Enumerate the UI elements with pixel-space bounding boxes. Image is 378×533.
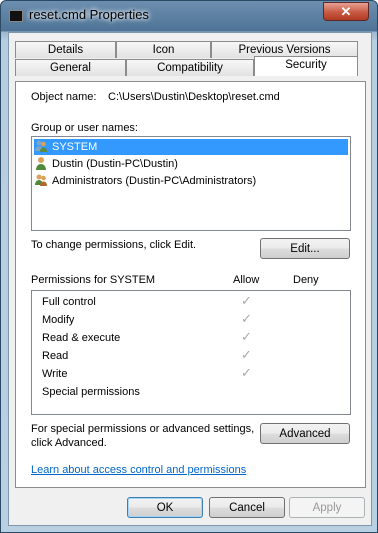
- object-name-value: C:\Users\Dustin\Desktop\reset.cmd: [108, 91, 280, 103]
- list-item-dustin[interactable]: Dustin (Dustin-PC\Dustin): [34, 156, 178, 172]
- user-icon: [34, 156, 48, 170]
- tab-security[interactable]: Security: [254, 56, 358, 76]
- permission-row-label: Modify: [42, 314, 75, 326]
- object-name-label: Object name:: [31, 91, 97, 103]
- ok-button[interactable]: OK: [127, 497, 203, 518]
- edit-button[interactable]: Edit...: [260, 238, 350, 259]
- group-names-list[interactable]: SYSTEM Dustin (Dustin-PC\Dustin) Adminis…: [31, 136, 351, 231]
- access-control-help-link[interactable]: Learn about access control and permissio…: [31, 464, 246, 476]
- allow-check-icon: ✓: [241, 293, 252, 308]
- list-item-label: SYSTEM: [52, 141, 98, 153]
- users-group-icon: [34, 173, 48, 187]
- permission-row-label: Full control: [42, 296, 96, 308]
- permission-row-label: Special permissions: [42, 386, 140, 398]
- allow-check-icon: ✓: [241, 311, 252, 326]
- tab-details[interactable]: Details: [15, 41, 116, 58]
- list-item-system[interactable]: SYSTEM: [34, 139, 348, 155]
- list-item-label: Administrators (Dustin-PC\Administrators…: [52, 175, 257, 187]
- cmd-file-icon: [9, 10, 23, 22]
- list-item-label: Dustin (Dustin-PC\Dustin): [52, 158, 178, 170]
- advanced-text-line2: click Advanced.: [31, 437, 107, 449]
- allow-column-header: Allow: [233, 274, 260, 286]
- list-item-administrators[interactable]: Administrators (Dustin-PC\Administrators…: [34, 173, 256, 189]
- advanced-text-line1: For special permissions or advanced sett…: [31, 423, 255, 435]
- permissions-list: Full control ✓ Modify ✓ Read & execute ✓…: [31, 290, 351, 415]
- cancel-button[interactable]: Cancel: [209, 497, 285, 518]
- allow-check-icon: ✓: [241, 329, 252, 344]
- change-permissions-text: To change permissions, click Edit.: [31, 239, 197, 251]
- window-title: reset.cmd Properties: [29, 7, 149, 22]
- allow-check-icon: ✓: [241, 347, 252, 362]
- dialog-client-area: Details Icon Previous Versions General C…: [8, 32, 372, 526]
- apply-button[interactable]: Apply: [289, 497, 365, 518]
- permission-row-label: Read & execute: [42, 332, 121, 344]
- tab-icon[interactable]: Icon: [116, 41, 211, 58]
- permission-row-label: Write: [42, 368, 68, 380]
- tab-general[interactable]: General: [15, 59, 126, 76]
- advanced-button[interactable]: Advanced: [260, 423, 350, 444]
- permission-row-label: Read: [42, 350, 69, 362]
- security-tab-panel: Object name: C:\Users\Dustin\Desktop\res…: [15, 81, 366, 488]
- close-button[interactable]: ✕: [323, 2, 369, 21]
- tab-compatibility[interactable]: Compatibility: [126, 59, 254, 76]
- deny-column-header: Deny: [293, 274, 319, 286]
- allow-check-icon: ✓: [241, 365, 252, 380]
- properties-window: reset.cmd Properties ✕ Details Icon Prev…: [0, 0, 378, 533]
- permissions-header: Permissions for SYSTEM: [31, 274, 156, 286]
- title-bar[interactable]: reset.cmd Properties ✕: [1, 1, 377, 31]
- group-names-label: Group or user names:: [31, 122, 138, 134]
- users-group-icon: [34, 139, 48, 153]
